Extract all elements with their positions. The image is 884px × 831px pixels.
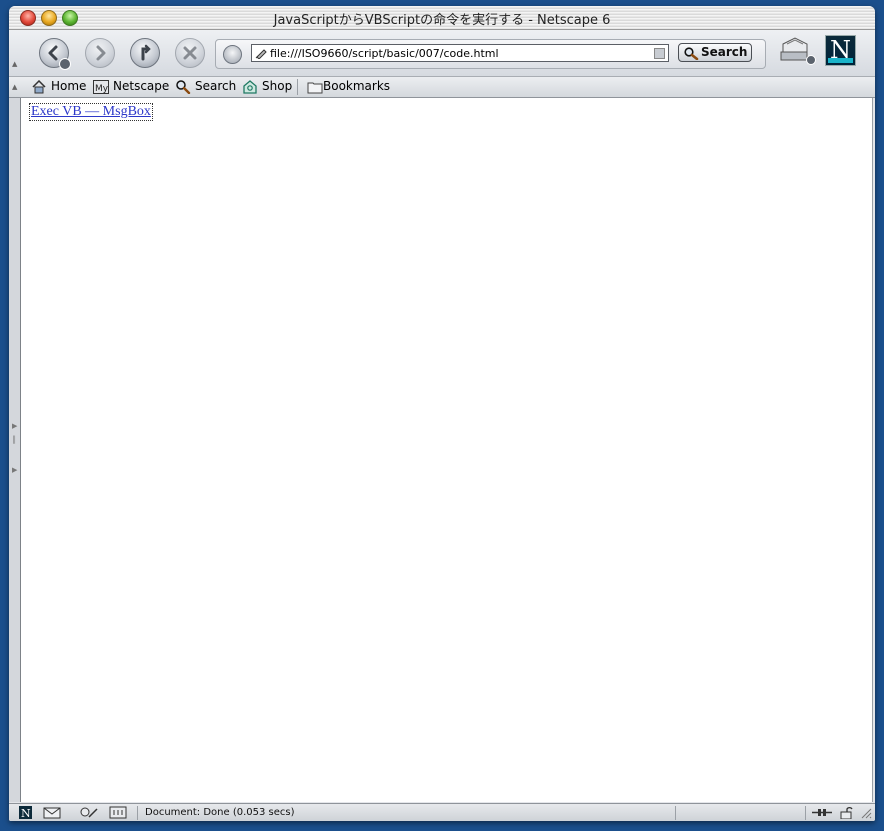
personal-toolbar: ▲ Home My Netscape Search Shop Bookmarks — [9, 77, 875, 98]
page-content: Exec VB — MsgBox — [21, 98, 873, 802]
browser-window: JavaScriptからVBScriptの命令を実行する - Netscape … — [9, 6, 875, 821]
toolbar-separator — [297, 79, 298, 95]
resize-grip-icon[interactable] — [859, 806, 872, 819]
url-text: file:///ISO9660/script/basic/007/code.ht… — [270, 47, 499, 60]
online-connection-icon[interactable] — [811, 806, 833, 819]
back-button[interactable] — [39, 38, 71, 70]
shop-icon — [243, 80, 257, 94]
search-icon — [176, 80, 191, 94]
history-dropdown-icon[interactable] — [223, 45, 242, 64]
page-proxy-icon[interactable] — [255, 47, 268, 59]
status-separator — [805, 806, 806, 820]
search-button[interactable]: Search — [678, 43, 752, 62]
sidebar-expand-arrow-icon[interactable]: ▶ — [12, 466, 17, 474]
personal-toolbar-grip[interactable]: ▲ — [12, 83, 18, 91]
title-bar[interactable]: JavaScriptからVBScriptの命令を実行する - Netscape … — [9, 6, 875, 30]
arrow-right-icon — [96, 45, 106, 61]
svg-text:N: N — [21, 807, 31, 819]
stop-x-icon — [183, 46, 197, 60]
sidebar-expand-arrow-icon[interactable]: ▶ — [12, 422, 17, 430]
exec-vb-msgbox-link[interactable]: Exec VB — MsgBox — [29, 103, 153, 121]
back-history-dropdown-icon[interactable] — [59, 58, 71, 70]
magnifier-icon — [684, 47, 699, 60]
security-lock-icon[interactable] — [839, 806, 853, 819]
sidebar-splitter[interactable]: ▶ ║ ▶ — [9, 98, 21, 802]
url-input[interactable]: file:///ISO9660/script/basic/007/code.ht… — [251, 44, 669, 62]
search-button-label: Search — [701, 45, 748, 59]
netscape-n-icon[interactable]: N — [19, 806, 32, 819]
reload-button[interactable] — [130, 38, 160, 68]
svg-text:My: My — [95, 84, 109, 94]
stop-button[interactable] — [175, 38, 205, 68]
address-bar-area: file:///ISO9660/script/basic/007/code.ht… — [215, 39, 766, 69]
address-book-icon[interactable] — [109, 806, 127, 819]
my-netscape-icon: My — [93, 80, 109, 94]
forward-button[interactable] — [85, 38, 115, 68]
status-text: Document: Done (0.053 secs) — [145, 807, 295, 818]
toolbar-collapse-grip[interactable]: ▲ — [12, 60, 18, 68]
home-icon — [32, 80, 46, 94]
window-title: JavaScriptからVBScriptの命令を実行する - Netscape … — [273, 13, 611, 28]
reload-icon — [141, 44, 151, 61]
status-separator — [675, 806, 676, 820]
folder-icon — [307, 82, 323, 94]
status-bar: N Document: Done (0.053 secs) — [9, 803, 875, 821]
netscape-logo[interactable]: N — [825, 35, 856, 66]
mail-icon[interactable] — [43, 806, 61, 819]
url-dropdown-icon[interactable] — [654, 48, 665, 59]
composer-icon[interactable] — [79, 806, 99, 819]
status-separator — [137, 806, 138, 820]
splitter-grip-icon[interactable]: ║ — [12, 436, 16, 444]
navigation-toolbar: ▲ file:///ISO9660/script/basic/007/code.… — [9, 30, 875, 77]
print-button[interactable] — [777, 36, 817, 68]
